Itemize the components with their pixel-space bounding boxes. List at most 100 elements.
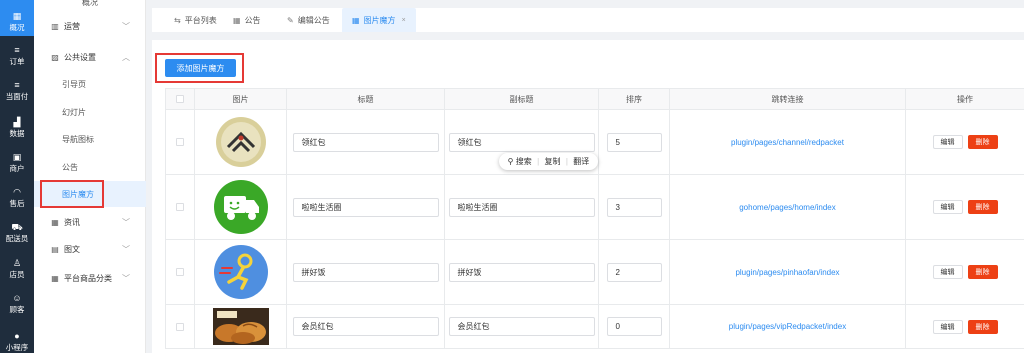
dashboard-icon: ▦ [12, 11, 22, 21]
rail-item-staff[interactable]: ♙ 店员 [0, 258, 34, 280]
rail-item-overview[interactable]: ▦ 概况 [0, 0, 34, 36]
document-icon: ▤ [51, 244, 59, 254]
divider: | [537, 157, 540, 166]
delete-button[interactable]: 删除 [967, 135, 998, 149]
rail-label: 当面付 [5, 92, 29, 101]
tab-bar [152, 8, 1024, 32]
rail-item-aftersale[interactable]: ◠ 售后 [0, 187, 34, 209]
tab-label: 公告 [244, 15, 261, 25]
menu-item-image-cube[interactable]: 图片魔方 [34, 181, 146, 207]
user-icon: ♙ [12, 258, 22, 268]
jump-link[interactable]: plugin/pages/vipRedpacket/index [729, 322, 846, 331]
selection-popup: ⚲ 搜索 | 复制 | 翻译 [499, 153, 598, 170]
delete-button[interactable]: 删除 [967, 319, 998, 334]
title-input[interactable]: 啦啦生活圈 [292, 197, 439, 217]
sort-input[interactable]: 0 [606, 317, 662, 336]
edit-icon: ✎ [287, 15, 294, 25]
copy-action[interactable]: 复制 [545, 156, 561, 167]
row-image [194, 174, 287, 240]
hand-heart-logo [215, 117, 266, 167]
menu-item-slideshow[interactable]: 幻灯片 [34, 99, 146, 125]
edit-button[interactable]: 编辑 [932, 265, 963, 279]
subtitle-input[interactable]: 啦啦生活圈 [448, 197, 595, 217]
bar-chart-icon: ▟ [13, 117, 21, 127]
search-icon: ⚲ [507, 157, 514, 166]
sort-input[interactable]: 2 [606, 262, 662, 282]
column-header: 副标题 [444, 88, 599, 110]
close-icon[interactable]: × [402, 17, 406, 24]
menu-group-label: 公共设置 [64, 52, 96, 62]
jump-link[interactable]: gohome/pages/home/index [739, 203, 836, 212]
delivery-truck-logo [213, 180, 268, 234]
headset-icon: ◠ [13, 187, 21, 197]
delete-button[interactable]: 删除 [967, 265, 998, 279]
running-man-logo [213, 245, 268, 299]
subtitle-input[interactable]: 会员红包 [448, 317, 595, 336]
column-header: 操作 [905, 88, 1024, 110]
rail-item-delivery[interactable]: ⛟ 配送员 [0, 222, 34, 244]
grid-icon: ▦ [233, 15, 241, 25]
row-image [194, 304, 287, 349]
rail-item-merchants[interactable]: ▣ 商户 [0, 152, 34, 174]
table-row: 会员红包 会员红包 0 plugin/pages/vipRedpacket/in… [165, 304, 1024, 349]
title-input[interactable]: 拼好饭 [292, 262, 439, 282]
edit-button[interactable]: 编辑 [932, 319, 963, 334]
tab-notice[interactable]: ▦ 公告 [233, 8, 261, 32]
grid-icon: ▦ [352, 15, 360, 25]
menu-item-notice[interactable]: 公告 [34, 154, 146, 180]
column-header: 跳转连接 [669, 88, 906, 110]
select-all-checkbox[interactable] [176, 95, 184, 104]
rail-item-data[interactable]: ▟ 数据 [0, 117, 34, 139]
rail-label: 商户 [9, 164, 25, 173]
rail-label: 订单 [9, 57, 25, 66]
title-input[interactable]: 会员红包 [292, 317, 439, 336]
menu-group-label: 资讯 [64, 217, 80, 227]
sort-input[interactable]: 5 [606, 132, 662, 152]
menu-group-news[interactable]: ▦ 资讯 ﹀ [34, 212, 146, 232]
menu-item-nav-icons[interactable]: 导航图标 [34, 126, 146, 152]
tab-edit-notice[interactable]: ✎ 编辑公告 [287, 8, 330, 32]
jump-link[interactable]: plugin/pages/channel/redpacket [731, 138, 844, 147]
select-all-cell[interactable] [165, 88, 195, 110]
menu-group-operation[interactable]: ▥ 运营 ﹀ [34, 16, 146, 36]
rail-item-face-pay[interactable]: ≡ 当面付 [0, 80, 34, 102]
translate-action[interactable]: 翻译 [573, 156, 589, 167]
tab-label: 编辑公告 [297, 15, 330, 25]
add-image-cube-button[interactable]: 添加图片魔方 [165, 59, 236, 77]
menu-item-guide-page[interactable]: 引导页 [34, 71, 146, 97]
store-icon: ▣ [12, 152, 22, 162]
rail-item-customers[interactable]: ☺ 顾客 [0, 293, 34, 315]
tab-platform-list[interactable]: ⇆ 平台列表 [174, 8, 217, 32]
chevron-down-icon: ﹀ [122, 244, 130, 254]
search-action[interactable]: ⚲ 搜索 [508, 156, 532, 167]
jump-link[interactable]: plugin/pages/pinhaofan/index [735, 268, 839, 277]
image-cube-table: 图片 标题 副标题 排序 跳转连接 操作 领红包 领红包 5 plugin/pa… [165, 88, 1024, 349]
settings-menu: 概况 ▥ 运营 ﹀ ▨ 公共设置 ︿ 引导页 幻灯片 导航图标 公告 图片魔方 … [34, 0, 146, 353]
tab-label: 平台列表 [184, 15, 217, 25]
column-header[interactable]: 排序 [598, 88, 670, 110]
rail-label: 店员 [9, 270, 25, 279]
row-checkbox[interactable] [176, 138, 184, 147]
list-icon: ≡ [14, 45, 20, 55]
edit-button[interactable]: 编辑 [932, 135, 963, 149]
edit-button[interactable]: 编辑 [932, 200, 963, 214]
row-checkbox[interactable] [176, 203, 184, 212]
menu-group-public-settings[interactable]: ▨ 公共设置 ︿ [34, 47, 146, 67]
rail-item-orders[interactable]: ≡ 订单 [0, 45, 34, 67]
rail-label: 售后 [9, 199, 25, 208]
table-header: 图片 标题 副标题 排序 跳转连接 操作 [165, 88, 1024, 110]
row-checkbox[interactable] [176, 322, 184, 331]
chevron-up-icon: ︿ [122, 52, 130, 62]
rail-item-miniprogram[interactable]: ● 小程序 [0, 331, 34, 353]
menu-group-articles[interactable]: ▤ 图文 ﹀ [34, 239, 146, 259]
sort-input[interactable]: 3 [606, 197, 662, 217]
delete-button[interactable]: 删除 [967, 200, 998, 214]
menu-group-product-categories[interactable]: ▦ 平台商品分类 ﹀ [34, 268, 146, 288]
subtitle-input[interactable]: 拼好饭 [448, 262, 595, 282]
tab-image-cube[interactable]: ▦ 图片魔方 × [342, 8, 416, 32]
row-checkbox[interactable] [176, 268, 184, 277]
title-input[interactable]: 领红包 [292, 132, 439, 152]
image-icon: ▨ [51, 52, 59, 62]
menu-group-label: 平台商品分类 [64, 273, 112, 283]
subtitle-input[interactable]: 领红包 [448, 132, 595, 152]
